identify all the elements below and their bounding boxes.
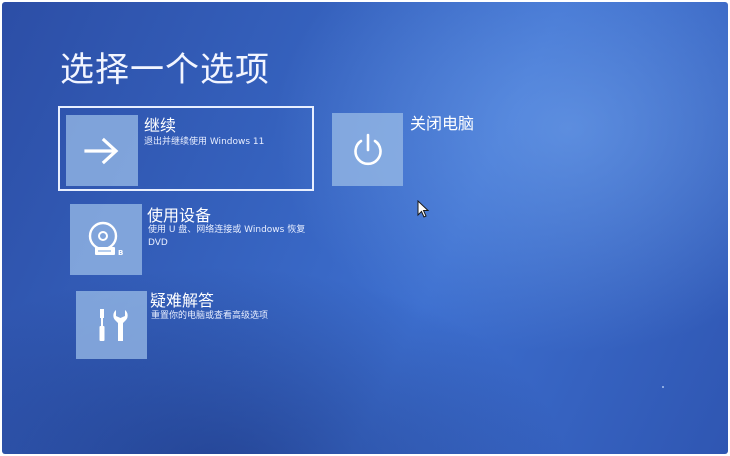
troubleshoot-description: 重置你的电脑或查看高级选项 xyxy=(151,311,269,321)
arrow-right-icon xyxy=(84,137,119,164)
disc-drive-icon: B xyxy=(88,221,123,257)
tools-icon xyxy=(99,309,128,341)
mouse-pointer-icon xyxy=(417,200,429,218)
recovery-screen: 选择一个选项 继续 退出并继续使用 Windows 11 关闭电脑 B 使用设备… xyxy=(2,2,728,454)
use-device-label: 使用设备 xyxy=(147,206,212,225)
use-device-option[interactable]: B 使用设备 使用 U 盘、网络连接或 Windows 恢复 DVD xyxy=(70,202,320,278)
troubleshoot-label: 疑难解答 xyxy=(150,291,215,310)
shutdown-tile[interactable] xyxy=(332,113,403,186)
shutdown-option[interactable]: 关闭电脑 xyxy=(332,110,512,190)
screen-speck xyxy=(662,386,664,388)
continue-description: 退出并继续使用 Windows 11 xyxy=(144,137,265,147)
use-device-description: 使用 U 盘、网络连接或 Windows 恢复 DVD xyxy=(148,225,306,248)
svg-text:B: B xyxy=(118,249,123,257)
continue-label: 继续 xyxy=(144,116,177,135)
continue-tile[interactable] xyxy=(66,115,138,186)
shutdown-label: 关闭电脑 xyxy=(410,114,475,133)
power-icon xyxy=(353,133,382,165)
troubleshoot-tile[interactable] xyxy=(76,291,147,359)
use-device-tile[interactable]: B xyxy=(70,204,142,275)
page-title: 选择一个选项 xyxy=(60,50,270,90)
continue-option[interactable]: 继续 退出并继续使用 Windows 11 xyxy=(58,106,314,191)
troubleshoot-option[interactable]: 疑难解答 重置你的电脑或查看高级选项 xyxy=(76,287,326,359)
